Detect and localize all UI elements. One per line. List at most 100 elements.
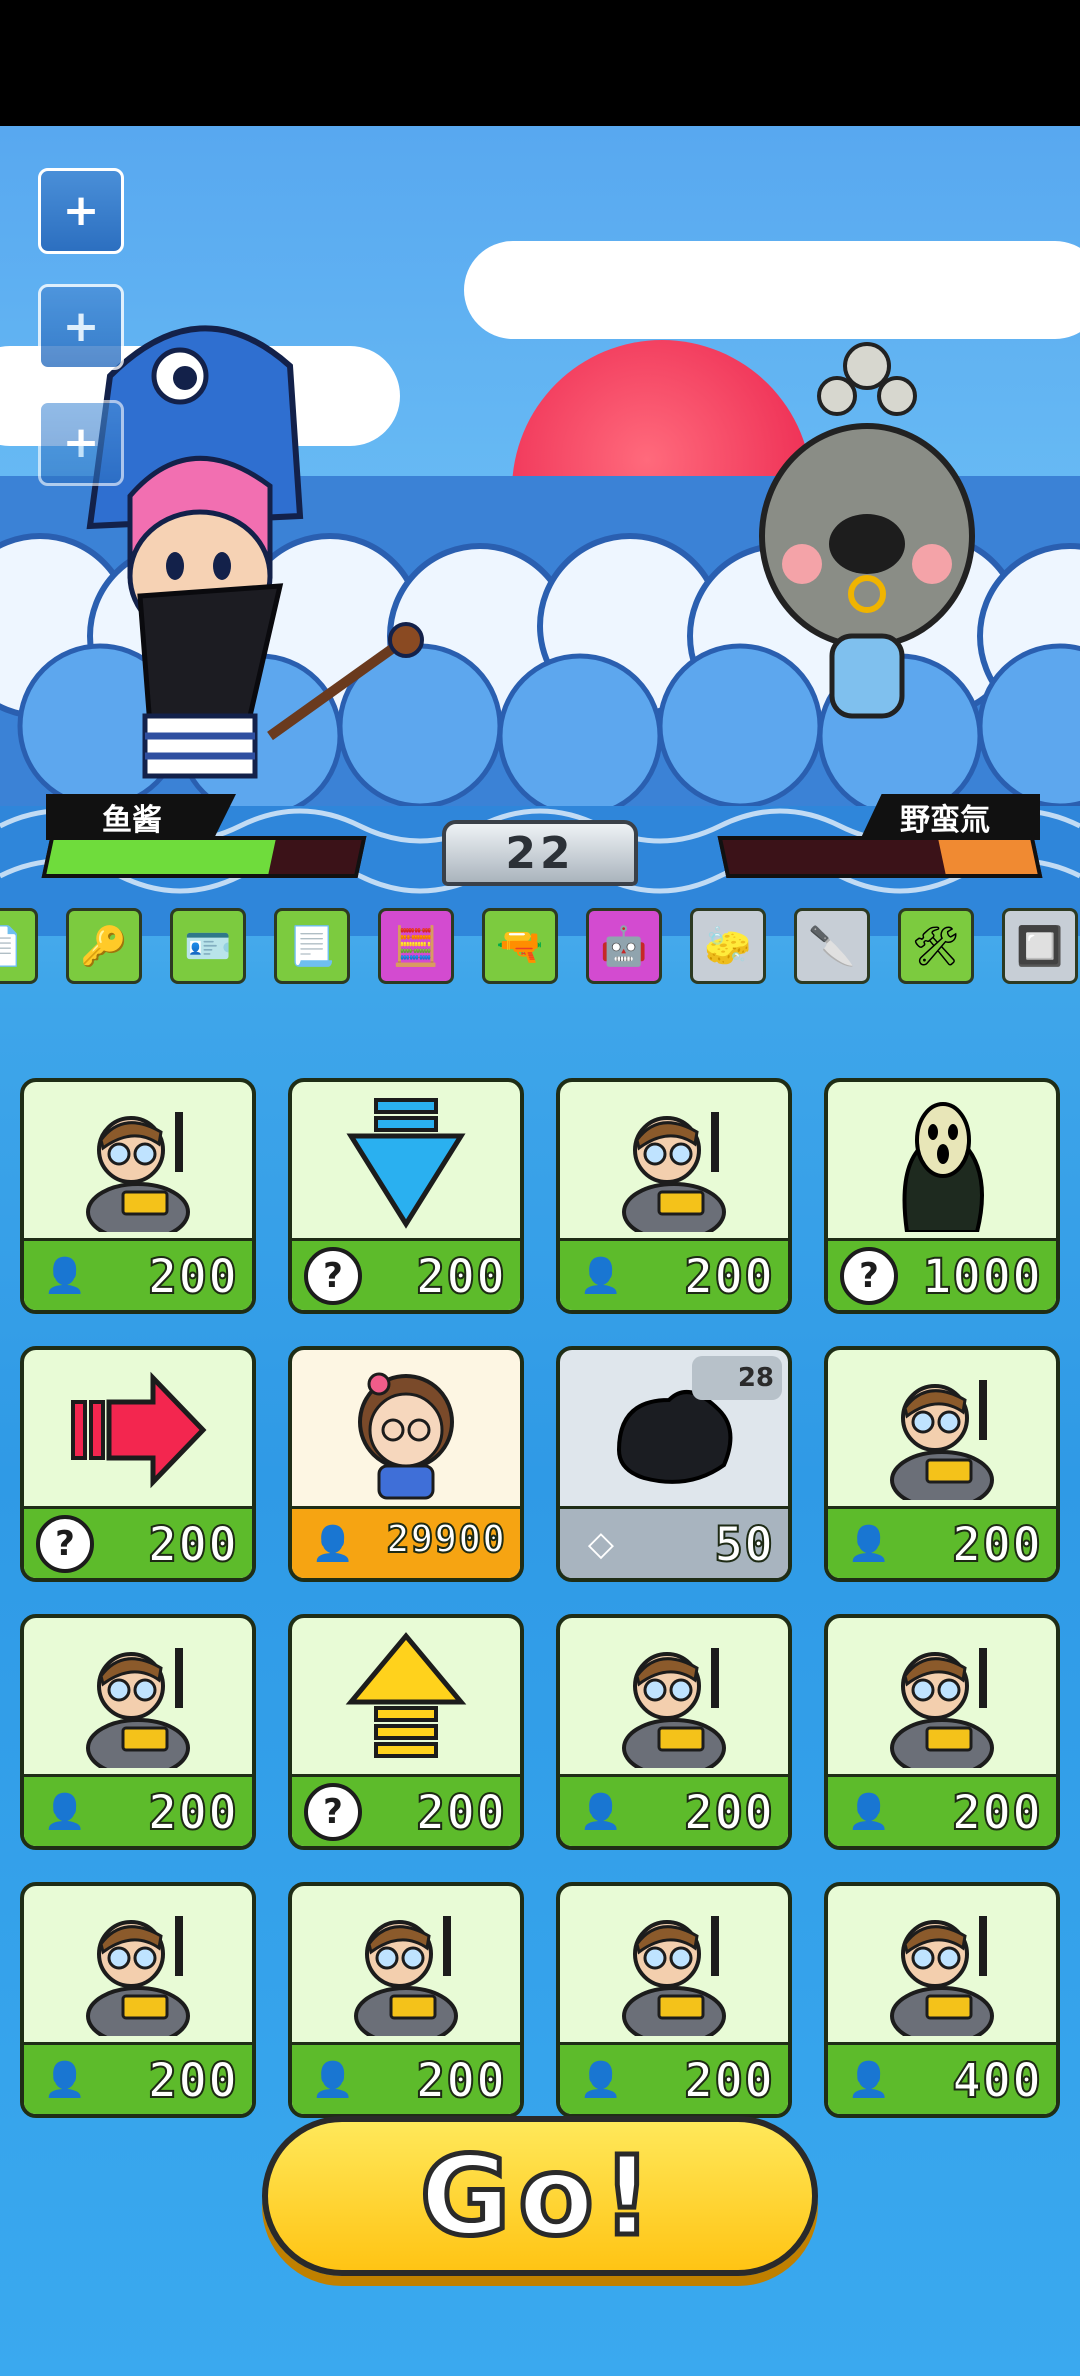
go-button-label: Go! <box>417 2130 661 2263</box>
eraser-icon: 🧽 <box>704 923 752 968</box>
businessman-image <box>890 1916 994 2036</box>
shop-card[interactable]: 👤 200 <box>556 1078 792 1314</box>
cloud <box>464 241 1080 339</box>
item-strip[interactable]: 📄 🔑 🪪 📃 🧮 🔫 🤖 🧽 🔪 🛠 🔲 <box>0 908 1080 990</box>
shop-card[interactable]: 👤 200 <box>20 1078 256 1314</box>
shop-card[interactable]: 28 ◇ 50 <box>556 1346 792 1582</box>
price-label: 400 <box>951 2052 1042 2110</box>
businessman-art <box>828 1350 1056 1510</box>
person-icon: 👤 <box>311 1523 355 1564</box>
shop-card[interactable]: 👤 200 <box>556 1882 792 2118</box>
side-add-button-1[interactable]: + <box>38 168 124 254</box>
strip-item[interactable]: 🤖 <box>586 908 662 984</box>
person-icon: 👤 <box>579 1255 623 1296</box>
strip-item[interactable]: 🧮 <box>378 908 454 984</box>
strip-item[interactable]: 🔲 <box>1002 908 1078 984</box>
enemy-hp-bar <box>717 836 1043 878</box>
person-icon: 👤 <box>579 1791 623 1832</box>
go-button[interactable]: Go! <box>262 2116 818 2276</box>
question-icon: ? <box>304 1246 362 1305</box>
strip-item[interactable]: 🧽 <box>690 908 766 984</box>
strip-item[interactable]: 📃 <box>274 908 350 984</box>
stock-badge: 28 <box>692 1356 782 1400</box>
businessman-image <box>86 1648 190 1768</box>
arrow-up-image <box>345 1632 467 1758</box>
arrow-right-image <box>71 1371 207 1489</box>
businessman-image <box>86 1916 190 2036</box>
shop-card[interactable]: 👤 200 <box>556 1614 792 1850</box>
card-price-bar: 👤 200 <box>828 1774 1056 1846</box>
shop-card[interactable]: 👤 400 <box>824 1882 1060 2118</box>
card-price-bar: 👤 400 <box>828 2042 1056 2114</box>
shop-card[interactable]: 👤 200 <box>20 1882 256 2118</box>
person-icon: 👤 <box>43 1791 87 1832</box>
strip-item[interactable]: 🛠 <box>898 908 974 984</box>
price-label: 200 <box>147 1784 238 1842</box>
price-label: 1000 <box>921 1248 1042 1306</box>
card-price-bar: 👤 200 <box>24 1774 252 1846</box>
key-icon: 🔑 <box>80 923 128 968</box>
question-icon: ? <box>840 1246 898 1305</box>
shop-card[interactable]: 👤 200 <box>824 1346 1060 1582</box>
businessman-art <box>24 1618 252 1778</box>
robot-icon: 🤖 <box>600 923 648 968</box>
girl-image <box>358 1372 454 1500</box>
plus-icon: + <box>62 417 100 468</box>
enemy-hp-fill <box>937 840 1038 874</box>
card-price-bar: 👤 200 <box>560 2042 788 2114</box>
price-label: 200 <box>147 1516 238 1574</box>
player-name: 鱼酱 <box>102 803 162 838</box>
price-label: 200 <box>951 1784 1042 1842</box>
id-card-icon: 🪪 <box>184 923 232 968</box>
businessman-image <box>86 1112 190 1232</box>
scream-image <box>902 1102 984 1232</box>
card-price-bar: 👤 200 <box>24 2042 252 2114</box>
side-add-button-2[interactable]: + <box>38 284 124 370</box>
enemy-name: 野蛮氚 <box>900 803 990 838</box>
price-label: 200 <box>147 2052 238 2110</box>
businessman-image <box>622 1648 726 1768</box>
shop-card[interactable]: 👤 29900 <box>288 1346 524 1582</box>
person-icon: 👤 <box>311 2059 355 2100</box>
price-label: 200 <box>415 1248 506 1306</box>
businessman-image <box>890 1380 994 1500</box>
paper-icon: 📄 <box>0 924 24 969</box>
scream-art <box>828 1082 1056 1242</box>
strip-item[interactable]: 🔪 <box>794 908 870 984</box>
shop-card[interactable]: 👤 200 <box>824 1614 1060 1850</box>
shop-card[interactable]: ? 200 <box>288 1614 524 1850</box>
shop-card[interactable]: ? 1000 <box>824 1078 1060 1314</box>
shop-card[interactable]: ? 200 <box>20 1346 256 1582</box>
card-price-bar: ? 200 <box>292 1774 520 1846</box>
businessman-image <box>890 1648 994 1768</box>
strip-item[interactable]: 🔫 <box>482 908 558 984</box>
strip-item[interactable]: 🪪 <box>170 908 246 984</box>
businessman-art <box>828 1618 1056 1778</box>
person-icon: 👤 <box>43 1255 87 1296</box>
shop-card[interactable]: 👤 200 <box>20 1614 256 1850</box>
businessman-image <box>354 1916 458 2036</box>
strip-item[interactable]: 📄 <box>0 908 38 984</box>
price-label: 29900 <box>386 1516 506 1562</box>
shop-card[interactable]: 👤 200 <box>288 1882 524 2118</box>
arrow-down-image <box>346 1098 466 1229</box>
price-label: 200 <box>415 1784 506 1842</box>
question-icon: ? <box>36 1514 94 1573</box>
price-label: 200 <box>147 1248 238 1306</box>
card-price-bar: ? 200 <box>292 1238 520 1310</box>
person-icon: 👤 <box>579 2059 623 2100</box>
shop-card[interactable]: ? 200 <box>288 1078 524 1314</box>
calculator-icon: 🧮 <box>392 923 440 968</box>
side-add-button-3[interactable]: + <box>38 400 124 486</box>
businessman-image <box>622 1916 726 2036</box>
strip-item[interactable]: 🔑 <box>66 908 142 984</box>
businessman-image <box>622 1112 726 1232</box>
businessman-art <box>292 1886 520 2046</box>
plus-icon: + <box>62 185 100 236</box>
card-price-bar: 👤 200 <box>560 1238 788 1310</box>
diamond-icon: ◇ <box>587 1523 615 1564</box>
price-label: 200 <box>683 1248 774 1306</box>
question-icon: ? <box>304 1782 362 1841</box>
businessman-art <box>560 1618 788 1778</box>
girl-art <box>292 1350 520 1510</box>
